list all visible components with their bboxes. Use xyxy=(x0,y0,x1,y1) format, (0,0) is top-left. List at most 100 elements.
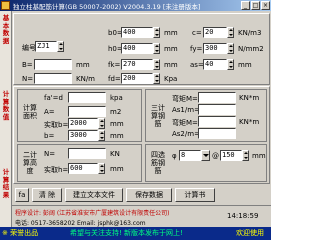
b-label: b= xyxy=(44,132,55,140)
calc-report-button[interactable]: 计算书 xyxy=(175,188,215,202)
A-input[interactable] xyxy=(68,106,106,117)
h0-unit: mm xyxy=(164,45,178,53)
rebar-m1-input[interactable] xyxy=(198,92,236,103)
fy-unit: N/mm2 xyxy=(238,45,264,53)
rebar-as1-label: As1/m= xyxy=(172,106,200,114)
app-icon xyxy=(1,1,10,10)
bianhao-label: 编号 xyxy=(22,44,36,52)
rebar-as2-input[interactable] xyxy=(198,128,236,139)
spacing-spinner[interactable] xyxy=(242,150,249,161)
B-input[interactable] xyxy=(34,59,72,70)
A-unit: m2 xyxy=(110,108,122,116)
footer-right-text: 欢迎使用 xyxy=(236,229,264,237)
shiqu-b-label: 实取b= xyxy=(44,121,69,129)
close-button[interactable]: × xyxy=(261,1,270,10)
sidebar-calc-values-label: 计算数值 xyxy=(2,90,10,121)
shiqu-b-unit: mm xyxy=(110,120,124,128)
fd-input[interactable]: 200 xyxy=(121,73,153,84)
c-label: c= xyxy=(192,29,202,37)
b0-spinner[interactable] xyxy=(153,27,160,38)
B-label: B= xyxy=(22,61,33,69)
h0-spinner[interactable] xyxy=(153,43,160,54)
N-label: N= xyxy=(22,75,34,83)
contact-info: 电话: 0517-3658202 Email: jsphk@163.com xyxy=(15,220,146,227)
h0-input[interactable]: 400 xyxy=(121,43,153,54)
bianhao-spinner[interactable] xyxy=(57,41,64,52)
c-input[interactable]: 20 xyxy=(203,27,227,38)
A-label: A= xyxy=(44,108,55,116)
rebar-as2-label: As2/m= xyxy=(172,130,200,138)
fa-input[interactable] xyxy=(68,92,106,103)
as-input[interactable]: 40 xyxy=(203,59,227,70)
maximize-button[interactable]: □ xyxy=(251,1,260,10)
rebar-m2-label: 弯矩M= xyxy=(172,119,198,127)
spacing-input[interactable]: 150 xyxy=(220,150,242,161)
fk-unit: mm xyxy=(164,61,178,69)
b0-input[interactable]: 400 xyxy=(121,27,153,38)
designer-info: 程序设计: 彭阔 (江苏省淮安市广厦建筑设计有限责任公司) xyxy=(15,210,170,217)
N-unit: KN/m xyxy=(76,75,96,83)
shiqu-h-spinner[interactable] xyxy=(98,163,105,174)
calc-area-group: 计算面积 fa'=d kpa A= m2 实取b= 2000 mm b= 300… xyxy=(17,89,142,142)
N-input[interactable] xyxy=(34,73,72,84)
minimize-button[interactable]: _ xyxy=(241,1,250,10)
shiqu-h-label: 实取h= xyxy=(44,166,69,174)
rebar-as1-input[interactable] xyxy=(198,104,236,115)
height-N-unit: KN xyxy=(110,150,120,158)
c-unit: KN/m3 xyxy=(238,29,262,37)
calc-height-group: 二计算高度 N= KN 实取h= 600 mm xyxy=(17,144,142,182)
shiqu-b-input[interactable]: 2000 xyxy=(68,118,98,129)
as-unit: mm xyxy=(238,61,252,69)
b-input[interactable]: 3000 xyxy=(68,130,98,141)
fk-spinner[interactable] xyxy=(153,59,160,70)
fd-label: fd= xyxy=(108,75,121,83)
calc-height-title: 二计算高度 xyxy=(23,151,37,175)
bianhao-input[interactable]: ZJ1 xyxy=(35,41,57,52)
build-text-file-button[interactable]: 建立文本文件 xyxy=(65,188,123,202)
fd-unit: Kpa xyxy=(164,75,178,83)
height-N-input[interactable] xyxy=(68,148,106,159)
shiqu-h-unit: mm xyxy=(110,165,124,173)
shiqu-b-spinner[interactable] xyxy=(98,118,105,129)
title-bar: 独立柱基配筋计算(GB 50007-2002) V2004.3.19 [未注册版… xyxy=(0,0,271,11)
calc-panel: 计算面积 fa'=d kpa A= m2 实取b= 2000 mm b= 300… xyxy=(13,86,270,184)
select-rebar-group: 四选筋钢筋 φ 8 @ 150 mm xyxy=(145,144,267,182)
footer-left-text: ※ 荣誉出品 xyxy=(2,229,39,237)
sidebar-calc-results-label: 计算结果 xyxy=(2,168,10,199)
calc-rebar-group: 三计算钢筋 弯矩M= KN*m As1/m= 弯矩M= KN*m As2/m= xyxy=(145,89,267,142)
B-unit: mm xyxy=(76,61,90,69)
footer-center-text: 希望与关注支持! 新版本发布于网上! xyxy=(70,229,183,237)
basic-data-panel: 编号 ZJ1 b0= 400 mm c= 20 KN/m3 h0= 400 mm… xyxy=(13,13,270,85)
fy-label: fy= xyxy=(190,45,203,53)
as-label: as= xyxy=(190,61,204,69)
b0-unit: mm xyxy=(164,29,178,37)
fa-button[interactable]: fa xyxy=(15,188,29,202)
status-bar: 程序设计: 彭阔 (江苏省淮安市广厦建筑设计有限责任公司) 电话: 0517-3… xyxy=(12,205,271,227)
clock: 14:18:59 xyxy=(227,212,259,220)
footer-bar: ※ 荣誉出品 希望与关注支持! 新版本发布于网上! 欢迎使用 xyxy=(0,227,271,240)
b-spinner[interactable] xyxy=(98,130,105,141)
phi-dropdown-button[interactable] xyxy=(201,150,210,161)
height-N-label: N= xyxy=(44,150,56,158)
rebar-m2-input[interactable] xyxy=(198,116,236,127)
spacing-unit: mm xyxy=(252,152,266,160)
shiqu-h-input[interactable]: 600 xyxy=(68,163,98,174)
b-unit: mm xyxy=(110,132,124,140)
select-rebar-title: 四选筋钢筋 xyxy=(151,151,165,175)
fy-input[interactable]: 300 xyxy=(203,43,227,54)
rebar-m1-label: 弯矩M= xyxy=(172,95,198,103)
clear-button[interactable]: 清 除 xyxy=(32,188,62,202)
calc-rebar-title: 三计算钢筋 xyxy=(151,104,165,128)
fk-label: fk= xyxy=(108,61,121,69)
fy-spinner[interactable] xyxy=(227,43,234,54)
calc-area-title: 计算面积 xyxy=(23,104,37,120)
fa-unit: kpa xyxy=(110,94,123,102)
c-spinner[interactable] xyxy=(227,27,234,38)
fk-input[interactable]: 270 xyxy=(121,59,153,70)
fd-spinner[interactable] xyxy=(153,73,160,84)
phi-select[interactable]: 8 xyxy=(179,150,201,161)
as-spinner[interactable] xyxy=(227,59,234,70)
spacing-label: @ xyxy=(212,152,219,160)
save-data-button[interactable]: 保存数据 xyxy=(126,188,172,202)
window-title: 独立柱基配筋计算(GB 50007-2002) V2004.3.19 [未注册版… xyxy=(13,3,201,11)
